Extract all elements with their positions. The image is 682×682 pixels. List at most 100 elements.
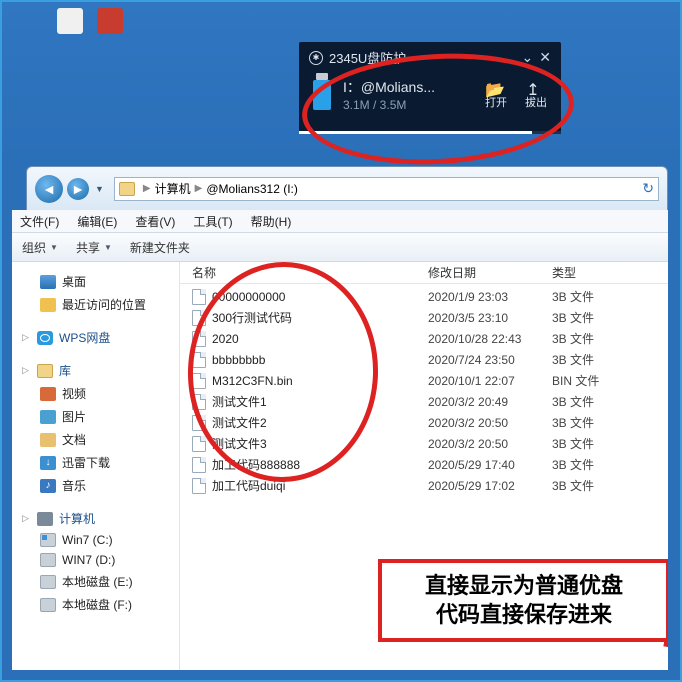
file-name: 2020 xyxy=(212,332,239,346)
drive-icon xyxy=(40,598,56,612)
drive-usage: 3.1M / 3.5M xyxy=(343,98,485,112)
file-row[interactable]: 加工代码duiqi2020/5/29 17:023B 文件 xyxy=(180,475,668,496)
sidebar-item-wps[interactable]: ▷WPS网盘 xyxy=(18,326,173,349)
file-name: 00000000000 xyxy=(212,290,285,304)
chevron-right-icon[interactable]: ▶ xyxy=(195,183,203,194)
column-header-name[interactable]: 名称 xyxy=(180,264,428,281)
collapse-icon[interactable]: ⌄ xyxy=(522,49,534,66)
video-icon xyxy=(40,387,56,401)
file-row[interactable]: 300行测试代码2020/3/5 23:103B 文件 xyxy=(180,307,668,328)
refresh-icon[interactable]: ↻ xyxy=(642,180,654,197)
sidebar-item-downloads[interactable]: 迅雷下载 xyxy=(18,451,173,474)
chevron-right-icon[interactable]: ▶ xyxy=(143,183,151,194)
computer-icon xyxy=(37,512,53,526)
toolbar-new-folder[interactable]: 新建文件夹 xyxy=(130,239,190,256)
file-icon xyxy=(192,436,206,452)
sidebar-item-computer[interactable]: ▷计算机 xyxy=(18,507,173,530)
nav-history-dropdown[interactable]: ▼ xyxy=(95,184,104,194)
nav-back-button[interactable]: ◄ xyxy=(35,175,63,203)
drive-icon xyxy=(40,533,56,547)
file-row[interactable]: bbbbbbbb2020/7/24 23:503B 文件 xyxy=(180,349,668,370)
file-icon xyxy=(192,310,206,326)
menu-file[interactable]: 文件(F) xyxy=(20,213,59,230)
desktop-shortcut[interactable] xyxy=(97,8,123,34)
file-type: 3B 文件 xyxy=(552,477,668,494)
desktop-shortcut[interactable] xyxy=(57,8,83,34)
address-bar[interactable]: ▶ 计算机 ▶ @Molians312 (I:) ↻ xyxy=(114,177,659,201)
drive-icon xyxy=(40,553,56,567)
sidebar-item-documents[interactable]: 文档 xyxy=(18,428,173,451)
file-type: 3B 文件 xyxy=(552,288,668,305)
file-name: M312C3FN.bin xyxy=(212,374,293,388)
sidebar-item-recent[interactable]: 最近访问的位置 xyxy=(18,293,173,316)
file-date: 2020/3/5 23:10 xyxy=(428,311,552,325)
sidebar-item-video[interactable]: 视频 xyxy=(18,382,173,405)
file-row[interactable]: M312C3FN.bin2020/10/1 22:07BIN 文件 xyxy=(180,370,668,391)
file-date: 2020/7/24 23:50 xyxy=(428,353,552,367)
file-row[interactable]: 测试文件22020/3/2 20:503B 文件 xyxy=(180,412,668,433)
file-row[interactable]: 00000000000 2020/1/9 23:033B 文件 xyxy=(180,286,668,307)
file-name: 测试文件1 xyxy=(212,393,267,410)
file-icon xyxy=(192,289,206,305)
file-icon xyxy=(192,373,206,389)
open-folder-icon: 📂 xyxy=(485,80,501,94)
sidebar-item-music[interactable]: 音乐 xyxy=(18,474,173,497)
cloud-icon xyxy=(37,331,53,345)
folder-icon xyxy=(119,182,135,196)
banner-line2: 代码直接保存进来 xyxy=(392,600,656,630)
sidebar-item-desktop[interactable]: 桌面 xyxy=(18,270,173,293)
file-name: 测试文件3 xyxy=(212,435,267,452)
file-type: 3B 文件 xyxy=(552,351,668,368)
library-icon xyxy=(37,364,53,378)
column-header-type[interactable]: 类型 xyxy=(552,264,668,281)
file-list-panel: 名称 修改日期 类型 000000000002020/1/9 23:033B 文… xyxy=(180,262,668,670)
menu-view[interactable]: 查看(V) xyxy=(135,213,175,230)
toolbar-share[interactable]: 共享▼ xyxy=(76,239,112,256)
file-type: 3B 文件 xyxy=(552,393,668,410)
notification-title: 2345U盘防护 xyxy=(329,48,406,67)
annotation-banner: 直接显示为普通优盘 代码直接保存进来 xyxy=(378,559,668,642)
screenshot-frame: ✱ 2345U盘防护 ⌄ ✕ I：@Molians... 3.1M / 3.5M… xyxy=(0,0,682,682)
pictures-icon xyxy=(40,410,56,424)
sidebar-item-pictures[interactable]: 图片 xyxy=(18,405,173,428)
menu-help[interactable]: 帮助(H) xyxy=(251,213,292,230)
file-icon xyxy=(192,331,206,347)
file-row[interactable]: 测试文件32020/3/2 20:503B 文件 xyxy=(180,433,668,454)
file-date: 2020/1/9 23:03 xyxy=(428,290,552,304)
file-date: 2020/10/28 22:43 xyxy=(428,332,552,346)
eject-drive-button[interactable]: ↥ 拔出 xyxy=(525,80,547,110)
file-row[interactable]: 测试文件12020/3/2 20:493B 文件 xyxy=(180,391,668,412)
explorer-content: 桌面 最近访问的位置 ▷WPS网盘 ▷库 视频 图片 文档 迅雷下载 音乐 ▷计… xyxy=(12,262,668,670)
sidebar-item-library[interactable]: ▷库 xyxy=(18,359,173,382)
sidebar-item-drive-d[interactable]: WIN7 (D:) xyxy=(18,550,173,570)
sidebar-item-drive-e[interactable]: 本地磁盘 (E:) xyxy=(18,570,173,593)
file-name: 300行测试代码 xyxy=(212,309,292,326)
open-drive-button[interactable]: 📂 打开 xyxy=(485,80,507,110)
breadcrumb-drive[interactable]: @Molians312 (I:) xyxy=(206,182,298,196)
menu-edit[interactable]: 编辑(E) xyxy=(77,213,117,230)
nav-forward-button[interactable]: ► xyxy=(67,178,89,200)
file-row[interactable]: 20202020/10/28 22:433B 文件 xyxy=(180,328,668,349)
sidebar-item-drive-f[interactable]: 本地磁盘 (F:) xyxy=(18,593,173,616)
file-date: 2020/5/29 17:40 xyxy=(428,458,552,472)
column-header-date[interactable]: 修改日期 xyxy=(428,264,552,281)
file-type: 3B 文件 xyxy=(552,414,668,431)
explorer-titlebar: ◄ ► ▼ ▶ 计算机 ▶ @Molians312 (I:) ↻ xyxy=(26,166,668,210)
sidebar-item-drive-c[interactable]: Win7 (C:) xyxy=(18,530,173,550)
drive-label: I：@Molians... xyxy=(343,77,485,97)
desktop-icon xyxy=(40,275,56,289)
file-icon xyxy=(192,352,206,368)
column-headers: 名称 修改日期 类型 xyxy=(180,262,668,284)
menu-tools[interactable]: 工具(T) xyxy=(193,213,232,230)
shield-icon: ✱ xyxy=(309,51,323,65)
notification-header: ✱ 2345U盘防护 ⌄ ✕ xyxy=(299,42,561,73)
toolbar-organize[interactable]: 组织▼ xyxy=(22,239,58,256)
file-row[interactable]: 加工代码8888882020/5/29 17:403B 文件 xyxy=(180,454,668,475)
file-date: 2020/5/29 17:02 xyxy=(428,479,552,493)
close-icon[interactable]: ✕ xyxy=(539,49,551,66)
file-type: 3B 文件 xyxy=(552,435,668,452)
file-type: 3B 文件 xyxy=(552,456,668,473)
music-icon xyxy=(40,479,56,493)
breadcrumb-computer[interactable]: 计算机 xyxy=(155,180,191,197)
recent-icon xyxy=(40,298,56,312)
